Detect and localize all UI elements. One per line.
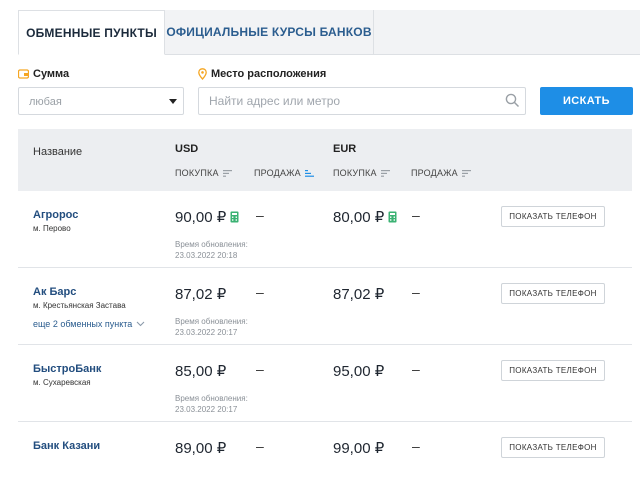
more-exchange-points-label: еще 2 обменных пункта <box>33 319 133 329</box>
eur-sell-rate: – <box>412 361 420 377</box>
amount-select[interactable]: любая <box>18 87 184 115</box>
metro-station: м. Крестьянская Застава <box>33 301 126 310</box>
currency-eur-header: EUR <box>333 143 357 155</box>
update-time-value: 23.03.2022 20:17 <box>175 405 238 414</box>
sort-eur-sell[interactable]: ПРОДАЖА <box>411 168 471 178</box>
usd-buy-rate: 85,00 ₽ <box>175 362 226 380</box>
location-label-text: Место расположения <box>211 68 327 80</box>
location-pin-icon <box>198 68 207 80</box>
tab-bar: ОБМЕННЫЕ ПУНКТЫ ОФИЦИАЛЬНЫЕ КУРСЫ БАНКОВ <box>18 10 640 55</box>
sort-eur-buy[interactable]: ПОКУПКА <box>333 168 390 178</box>
search-button[interactable]: ИСКАТЬ <box>540 87 633 115</box>
update-time: Время обновления: 23.03.2022 20:17 <box>175 316 248 338</box>
sort-icon <box>222 169 232 177</box>
table-row: Агророс м. Перово 90,00 ₽ – 80,00 ₽ – Вр… <box>18 191 632 268</box>
eur-buy-rate: 80,00 ₽ <box>333 208 397 226</box>
bank-name-link[interactable]: Ак Барс <box>33 286 76 298</box>
sort-usd-sell-label: ПРОДАЖА <box>254 168 301 178</box>
amount-select-value: любая <box>29 96 62 108</box>
show-phone-button[interactable]: ПОКАЗАТЬ ТЕЛЕФОН <box>501 206 605 227</box>
exchange-rates-page: ОБМЕННЫЕ ПУНКТЫ ОФИЦИАЛЬНЫЕ КУРСЫ БАНКОВ… <box>0 0 640 458</box>
amount-label-text: Сумма <box>33 68 70 80</box>
column-name-header: Название <box>33 146 83 158</box>
location-label: Место расположения <box>198 68 326 80</box>
table-row: Банк Казани 89,00 ₽ – 99,00 ₽ – ПОКАЗАТЬ… <box>18 422 632 498</box>
usd-buy-rate: 90,00 ₽ <box>175 208 239 226</box>
show-phone-button[interactable]: ПОКАЗАТЬ ТЕЛЕФОН <box>501 360 605 381</box>
search-icon[interactable] <box>505 93 520 108</box>
usd-sell-rate: – <box>256 438 264 454</box>
usd-sell-rate: – <box>256 207 264 223</box>
eur-buy-value: 80,00 ₽ <box>333 209 385 226</box>
sort-usd-sell[interactable]: ПРОДАЖА <box>254 168 314 178</box>
usd-buy-rate: 89,00 ₽ <box>175 439 226 457</box>
amount-label: Сумма <box>18 68 69 80</box>
eur-buy-rate: 95,00 ₽ <box>333 362 384 380</box>
sort-icon <box>380 169 390 177</box>
metro-station: м. Перово <box>33 224 71 233</box>
table-row: Ак Барс м. Крестьянская Застава еще 2 об… <box>18 268 632 345</box>
rates-table-header: Название USD EUR ПОКУПКА ПРОДАЖА ПОКУПКА… <box>18 129 632 191</box>
sort-active-icon <box>304 169 314 177</box>
usd-buy-value: 85,00 ₽ <box>175 363 227 380</box>
update-time: Время обновления: 23.03.2022 20:18 <box>175 239 248 261</box>
tab-exchange-points[interactable]: ОБМЕННЫЕ ПУНКТЫ <box>18 10 165 55</box>
usd-sell-rate: – <box>256 361 264 377</box>
sort-eur-sell-label: ПРОДАЖА <box>411 168 458 178</box>
update-time-label: Время обновления: <box>175 317 248 326</box>
eur-buy-value: 87,02 ₽ <box>333 286 385 303</box>
chevron-down-icon <box>169 99 177 104</box>
more-exchange-points-link[interactable]: еще 2 обменных пункта <box>33 319 145 329</box>
chevron-down-icon <box>136 321 145 327</box>
eur-sell-rate: – <box>412 207 420 223</box>
usd-buy-value: 90,00 ₽ <box>175 209 227 226</box>
show-phone-button[interactable]: ПОКАЗАТЬ ТЕЛЕФОН <box>501 437 605 458</box>
eur-sell-rate: – <box>412 438 420 454</box>
eur-buy-rate: 99,00 ₽ <box>333 439 384 457</box>
usd-sell-rate: – <box>256 284 264 300</box>
update-time-value: 23.03.2022 20:18 <box>175 251 238 260</box>
update-time-label: Время обновления: <box>175 240 248 249</box>
calculator-icon[interactable] <box>388 211 397 223</box>
usd-buy-rate: 87,02 ₽ <box>175 285 226 303</box>
usd-buy-value: 87,02 ₽ <box>175 286 227 303</box>
currency-usd-header: USD <box>175 143 199 155</box>
wallet-icon <box>18 69 29 79</box>
show-phone-button[interactable]: ПОКАЗАТЬ ТЕЛЕФОН <box>501 283 605 304</box>
tab-official-bank-rates[interactable]: ОФИЦИАЛЬНЫЕ КУРСЫ БАНКОВ <box>165 10 374 54</box>
calculator-icon[interactable] <box>230 211 239 223</box>
eur-buy-rate: 87,02 ₽ <box>333 285 384 303</box>
bank-name-link[interactable]: Банк Казани <box>33 440 100 452</box>
sort-eur-buy-label: ПОКУПКА <box>333 168 377 178</box>
table-row: БыстроБанк м. Сухаревская 85,00 ₽ – 95,0… <box>18 345 632 422</box>
sort-usd-buy[interactable]: ПОКУПКА <box>175 168 232 178</box>
update-time-value: 23.03.2022 20:17 <box>175 328 238 337</box>
eur-sell-rate: – <box>412 284 420 300</box>
usd-buy-value: 89,00 ₽ <box>175 440 227 457</box>
eur-buy-value: 95,00 ₽ <box>333 363 385 380</box>
update-time-label: Время обновления: <box>175 394 248 403</box>
location-search-input[interactable] <box>198 87 526 115</box>
sort-usd-buy-label: ПОКУПКА <box>175 168 219 178</box>
bank-name-link[interactable]: Агророс <box>33 209 78 221</box>
sort-icon <box>461 169 471 177</box>
metro-station: м. Сухаревская <box>33 378 91 387</box>
update-time: Время обновления: 23.03.2022 20:17 <box>175 393 248 415</box>
eur-buy-value: 99,00 ₽ <box>333 440 385 457</box>
bank-name-link[interactable]: БыстроБанк <box>33 363 101 375</box>
